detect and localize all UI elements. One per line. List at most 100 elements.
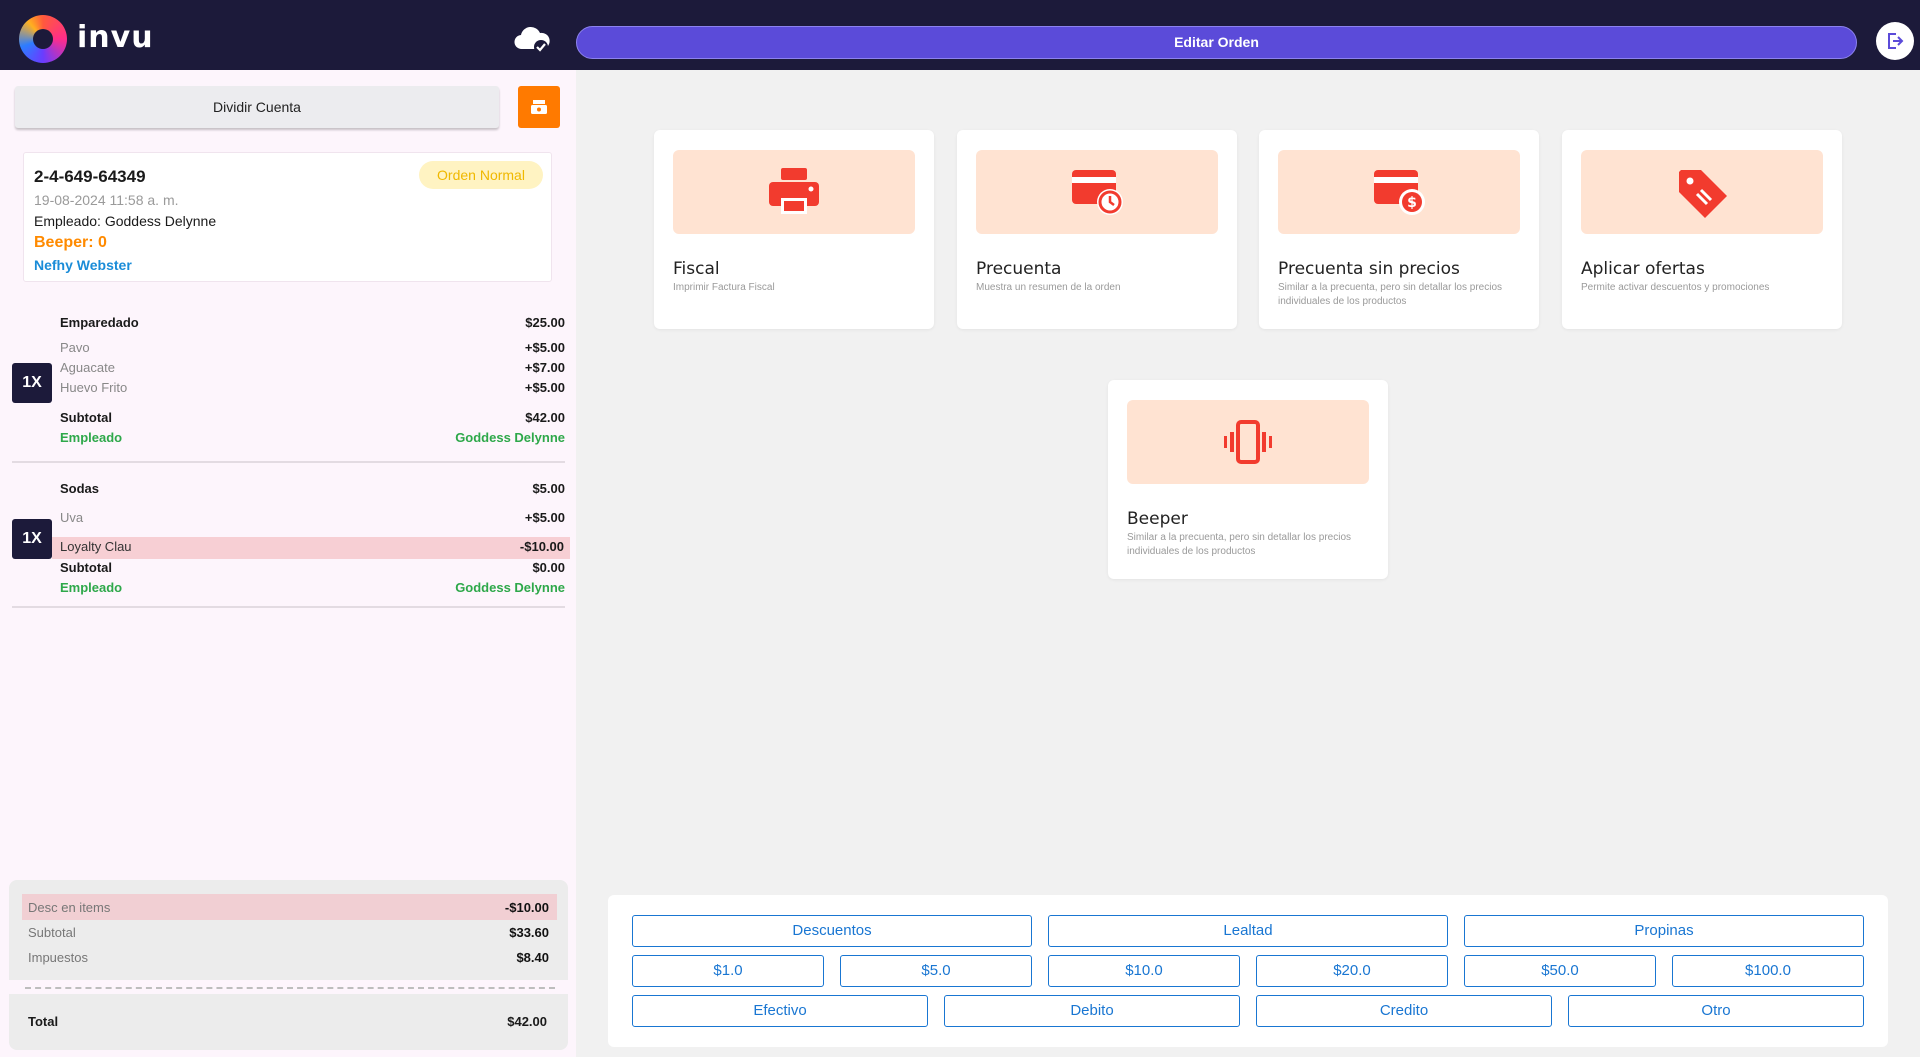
card-clock-icon — [1072, 170, 1123, 215]
card-description: Similar a la precuenta, pero sin detalla… — [1127, 532, 1351, 557]
item-subtotal: $0.00 — [532, 560, 565, 575]
tag-icon — [1679, 170, 1727, 218]
discount-total-label: Desc en items — [28, 900, 111, 915]
debit-button[interactable]: Debito — [944, 995, 1240, 1027]
discount-total-row: Desc en items -$10.00 — [22, 894, 557, 920]
printer-icon — [769, 168, 819, 214]
modifier-price: +$7.00 — [524, 360, 565, 375]
modifier-price: +$5.00 — [524, 510, 565, 525]
modifier-name: Pavo — [60, 340, 90, 355]
item-subtotal-label: Subtotal — [60, 560, 112, 575]
logo-text: invu — [77, 20, 154, 55]
card-title: Precuenta — [976, 259, 1062, 279]
discount-name: Loyalty Clau — [60, 539, 132, 554]
card-description: Permite activar descuentos y promociones — [1581, 282, 1770, 293]
amount-100-button[interactable]: $100.0 — [1672, 955, 1864, 987]
item-employee-row: Empleado Goddess Delynne — [60, 428, 565, 448]
total-value: $42.00 — [507, 1014, 547, 1029]
item-subtotal-row: Subtotal $0.00 — [60, 558, 565, 578]
precuenta-sin-precios-card[interactable]: $ Precuenta sin precios Similar a la pre… — [1259, 130, 1539, 329]
order-employee: Empleado: Goddess Delynne — [34, 213, 216, 229]
amount-1-button[interactable]: $1.0 — [632, 955, 824, 987]
item-name: Emparedado — [60, 315, 139, 330]
order-date: 19-08-2024 11:58 a. m. — [34, 192, 179, 208]
item-row: Sodas $5.00 — [60, 479, 565, 499]
modifier-name: Uva — [60, 510, 84, 525]
order-info-card: 2-4-649-64349 Orden Normal 19-08-2024 11… — [23, 152, 552, 282]
modifier-row: Pavo +$5.00 — [60, 338, 565, 358]
card-description: Muestra un resumen de la orden — [976, 282, 1121, 293]
order-employee-name: Goddess Delynne — [104, 213, 217, 229]
invu-logo-icon — [19, 15, 67, 63]
amount-10-button[interactable]: $10.0 — [1048, 955, 1240, 987]
fiscal-card[interactable]: Fiscal Imprimir Factura Fiscal — [654, 130, 934, 329]
amount-50-button[interactable]: $50.0 — [1464, 955, 1656, 987]
discount-price: -$10.00 — [519, 539, 564, 554]
cash-button[interactable]: Efectivo — [632, 995, 928, 1027]
modifier-price: +$5.00 — [524, 380, 565, 395]
discount-row: Loyalty Clau -$10.00 — [52, 537, 570, 559]
item-subtotal-row: Subtotal $42.00 — [60, 408, 565, 428]
top-bar: invu Editar Orden — [0, 0, 1920, 70]
modifier-name: Huevo Frito — [60, 380, 128, 395]
item-divider — [12, 461, 565, 463]
item-subtotal: $42.00 — [525, 410, 565, 425]
loyalty-button[interactable]: Lealtad — [1048, 915, 1448, 947]
item-employee-label: Empleado — [60, 580, 123, 595]
precuenta-card[interactable]: Precuenta Muestra un resumen de la orden — [957, 130, 1237, 329]
discounts-button[interactable]: Descuentos — [632, 915, 1032, 947]
beeper-card[interactable]: Beeper Similar a la precuenta, pero sin … — [1108, 380, 1388, 579]
order-type-badge: Orden Normal — [419, 161, 543, 189]
card-title: Fiscal — [673, 259, 720, 279]
amount-20-button[interactable]: $20.0 — [1256, 955, 1448, 987]
edit-order-button[interactable]: Editar Orden — [576, 26, 1857, 59]
card-title: Aplicar ofertas — [1581, 259, 1705, 279]
vibrate-phone-icon — [1224, 420, 1272, 464]
totals-divider — [25, 987, 555, 989]
aplicar-ofertas-card[interactable]: Aplicar ofertas Permite activar descuent… — [1562, 130, 1842, 329]
subtotal-value: $33.60 — [509, 925, 549, 940]
svg-text:$: $ — [1407, 195, 1417, 211]
discount-total: -$10.00 — [504, 900, 549, 915]
item-quantity: 1X — [12, 363, 52, 403]
modifier-row: Aguacate +$7.00 — [60, 358, 565, 378]
modifier-name: Aguacate — [60, 360, 115, 375]
item-employee-row: Empleado Goddess Delynne — [60, 578, 565, 598]
card-dollar-icon: $ — [1374, 170, 1425, 215]
split-bill-button[interactable]: Dividir Cuenta — [15, 86, 499, 128]
subtotal-row: Subtotal $33.60 — [22, 919, 557, 945]
amount-5-button[interactable]: $5.0 — [840, 955, 1032, 987]
order-beeper: Beeper: 0 — [34, 234, 107, 251]
cash-drawer-icon — [531, 100, 547, 114]
modifier-price: +$5.00 — [524, 340, 565, 355]
order-customer[interactable]: Nefhy Webster — [34, 257, 132, 273]
order-id: 2-4-649-64349 — [34, 167, 146, 186]
total-box: Total $42.00 — [9, 994, 568, 1050]
modifier-row: Uva +$5.00 — [60, 508, 565, 528]
item-name: Sodas — [60, 481, 100, 496]
card-description: Imprimir Factura Fiscal — [673, 282, 775, 293]
item-employee: Goddess Delynne — [455, 580, 565, 595]
item-subtotal-label: Subtotal — [60, 410, 112, 425]
tax-value: $8.40 — [516, 950, 549, 965]
item-employee: Goddess Delynne — [455, 430, 565, 445]
item-price: $5.00 — [532, 481, 565, 496]
other-button[interactable]: Otro — [1568, 995, 1864, 1027]
item-quantity: 1X — [12, 519, 52, 559]
subtotal-label: Subtotal — [28, 925, 76, 940]
total-label: Total — [28, 1014, 59, 1029]
item-price: $25.00 — [525, 315, 565, 330]
tips-button[interactable]: Propinas — [1464, 915, 1864, 947]
cash-drawer-button[interactable] — [518, 86, 560, 128]
tax-row: Impuestos $8.40 — [22, 944, 557, 970]
credit-button[interactable]: Credito — [1256, 995, 1552, 1027]
tax-label: Impuestos — [28, 950, 88, 965]
item-employee-label: Empleado — [60, 430, 123, 445]
logout-icon — [1888, 33, 1904, 49]
order-panel: Dividir Cuenta 2-4-649-64349 Orden Norma… — [0, 70, 576, 1057]
card-title: Precuenta sin precios — [1278, 259, 1460, 279]
cloud-check-icon[interactable] — [513, 25, 551, 55]
logout-button[interactable] — [1876, 22, 1914, 60]
payment-panel: Descuentos Lealtad Propinas $1.0 $5.0 $1… — [608, 895, 1888, 1047]
card-title: Beeper — [1127, 509, 1188, 529]
